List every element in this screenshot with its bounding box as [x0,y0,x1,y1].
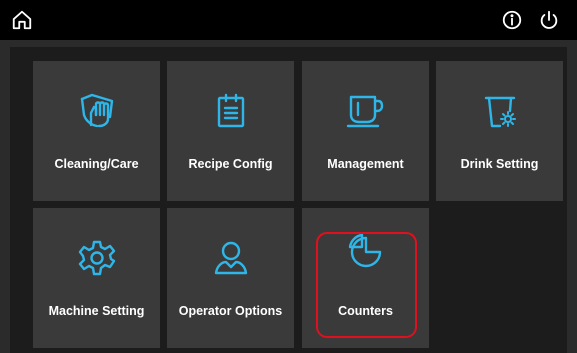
hand-wash-icon [33,89,160,133]
tile-label: Machine Setting [48,304,145,318]
top-bar [0,0,577,40]
tile-label: Counters [338,304,393,318]
tile-label: Management [327,157,404,171]
cup-gear-icon [436,89,563,133]
tile-operator-options[interactable]: Operator Options [167,208,294,348]
tile-machine-setting[interactable]: Machine Setting [33,208,160,348]
app-screen: Cleaning/Care Recipe Config Management D… [0,0,577,353]
pie-chart-icon [302,230,429,274]
tile-counters[interactable]: Counters [302,208,429,348]
tile-label: Recipe Config [188,157,273,171]
clipboard-icon [167,89,294,133]
power-icon[interactable] [537,8,561,32]
gear-icon [33,236,160,280]
home-icon[interactable] [10,8,34,32]
tile-cleaning-care[interactable]: Cleaning/Care [33,61,160,201]
tile-label: Cleaning/Care [54,157,139,171]
tile-management[interactable]: Management [302,61,429,201]
tile-drink-setting[interactable]: Drink Setting [436,61,563,201]
tile-label: Operator Options [178,304,283,318]
info-icon[interactable] [500,8,524,32]
cup-icon [302,89,429,133]
tile-label: Drink Setting [460,157,539,171]
user-icon [167,236,294,280]
tile-recipe-config[interactable]: Recipe Config [167,61,294,201]
